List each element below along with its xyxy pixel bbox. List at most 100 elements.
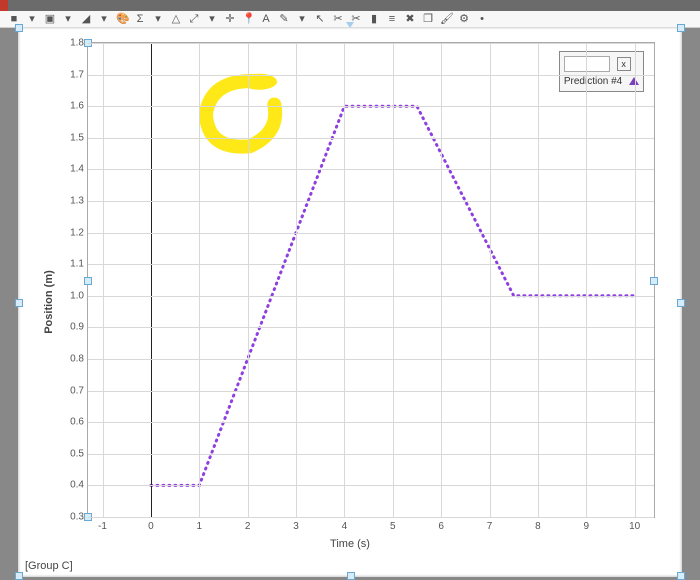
y-tick-label: 1.5 [70,132,84,143]
legend-series-label: Prediction #4 [564,76,622,87]
warning-icon[interactable]: △ [170,13,182,25]
text-a-icon[interactable]: A [260,13,272,25]
fit-icon[interactable]: ⤢ [188,13,200,25]
bar-chart-icon[interactable]: ▮ [368,13,380,25]
y-tick-label: 1.2 [70,227,84,238]
grid-vertical [103,43,104,517]
gear-icon[interactable]: ⚙ [458,13,470,25]
dot-icon[interactable]: • [476,13,488,25]
grid-vertical [344,43,345,517]
grid-horizontal [88,327,654,328]
grid-vertical [296,43,297,517]
y-tick-label: 1.3 [70,196,84,207]
layers-icon[interactable]: ❐ [422,13,434,25]
triangle-ruler-icon[interactable]: ◢ [80,13,92,25]
legend[interactable]: x Prediction #4 [559,51,644,92]
y-tick-label: 0.3 [70,512,84,523]
window-title-bar [0,0,700,11]
grid-horizontal [88,517,654,518]
align-icon[interactable]: ≡ [386,13,398,25]
crosshair-icon[interactable]: ✛ [224,13,236,25]
x-tick-label: 3 [293,521,299,532]
panel-handle-icon[interactable] [677,24,685,32]
panel-handle-icon[interactable] [15,24,23,32]
x-tick-label: 4 [342,521,348,532]
x-tick-label: 2 [245,521,251,532]
dropdown-arrow-icon[interactable]: ▾ [296,13,308,25]
paint-icon[interactable]: 🖌 [440,13,452,25]
panel-handle-icon[interactable] [15,572,23,580]
grid-horizontal [88,43,654,44]
panel-handle-icon[interactable] [677,299,685,307]
sigma-icon[interactable]: Σ [134,13,146,25]
panel-top-handle-icon[interactable] [346,22,354,28]
x-tick-label: 6 [438,521,444,532]
grid-horizontal [88,169,654,170]
grid-horizontal [88,233,654,234]
chart-series-line [88,43,654,517]
grid-vertical [199,43,200,517]
chart-panel: x Prediction #4 -1 0 1 2 3 4 5 6 7 8 9 10 0.3 0.4 0.5 0… [18,27,682,577]
grid-vertical [538,43,539,517]
pushpin-red-icon[interactable]: 📍 [242,13,254,25]
x-tick-label: 9 [583,521,589,532]
x-tick-label: 10 [629,521,640,532]
x-tick-label: -1 [98,521,107,532]
x-tick-label: 1 [196,521,202,532]
x-tick-label: 8 [535,521,541,532]
y-tick-label: 0.9 [70,322,84,333]
y-tick-label: 0.5 [70,448,84,459]
grid-vertical [490,43,491,517]
x-tick-label: 7 [487,521,493,532]
y-tick-label: 0.6 [70,417,84,428]
y-tick-label: 1.4 [70,164,84,175]
x-tick-label: 5 [390,521,396,532]
highlighter-annotation-icon [190,62,294,166]
grid-horizontal [88,264,654,265]
grid-horizontal [88,422,654,423]
dropdown-arrow-icon[interactable]: ▾ [152,13,164,25]
y-tick-label: 1.6 [70,101,84,112]
pencil-icon[interactable]: ✎ [278,13,290,25]
panel-handle-icon[interactable] [15,299,23,307]
y-tick-label: 1.7 [70,69,84,80]
square-dotted-icon[interactable]: ▣ [44,13,56,25]
y-tick-label: 0.8 [70,354,84,365]
grid-horizontal [88,75,654,76]
axis-handle-icon[interactable] [650,277,658,285]
x-zero-line [151,43,153,517]
grid-horizontal [88,106,654,107]
dropdown-arrow-icon[interactable]: ▾ [98,13,110,25]
dropdown-arrow-icon[interactable]: ▾ [26,13,38,25]
x-axis-label: Time (s) [19,538,681,550]
delete-x-icon[interactable]: ✖ [404,13,416,25]
panel-handle-icon[interactable] [347,572,355,580]
cursor-icon[interactable]: ↖ [314,13,326,25]
axis-handle-icon[interactable] [84,277,92,285]
y-axis-label: Position (m) [43,270,55,334]
grid-horizontal [88,391,654,392]
grid-horizontal [88,485,654,486]
y-tick-label: 1.8 [70,38,84,49]
dropdown-arrow-icon[interactable]: ▾ [206,13,218,25]
dropdown-arrow-icon[interactable]: ▾ [62,13,74,25]
app-root: ■▾▣▾◢▾🎨Σ▾△⤢▾✛📍A✎▾↖✂✂▮≡✖❐🖌⚙• x Prediction… [0,0,700,577]
grid-vertical [441,43,442,517]
grid-horizontal [88,359,654,360]
palette-icon[interactable]: 🎨 [116,13,128,25]
y-tick-label: 0.4 [70,480,84,491]
grid-vertical [586,43,587,517]
panel-handle-icon[interactable] [677,572,685,580]
grid-vertical [635,43,636,517]
title-accent [0,0,8,11]
y-tick-label: 0.7 [70,385,84,396]
legend-close-button[interactable]: x [617,57,631,71]
x-tick-label: 0 [148,521,154,532]
chart-plot-area[interactable]: x Prediction #4 -10123456789100.30.40.50… [87,42,655,518]
grid-horizontal [88,454,654,455]
grid-horizontal [88,296,654,297]
grid-horizontal [88,201,654,202]
scissors-icon[interactable]: ✂ [332,13,344,25]
grid-vertical [393,43,394,517]
grid-vertical [248,43,249,517]
